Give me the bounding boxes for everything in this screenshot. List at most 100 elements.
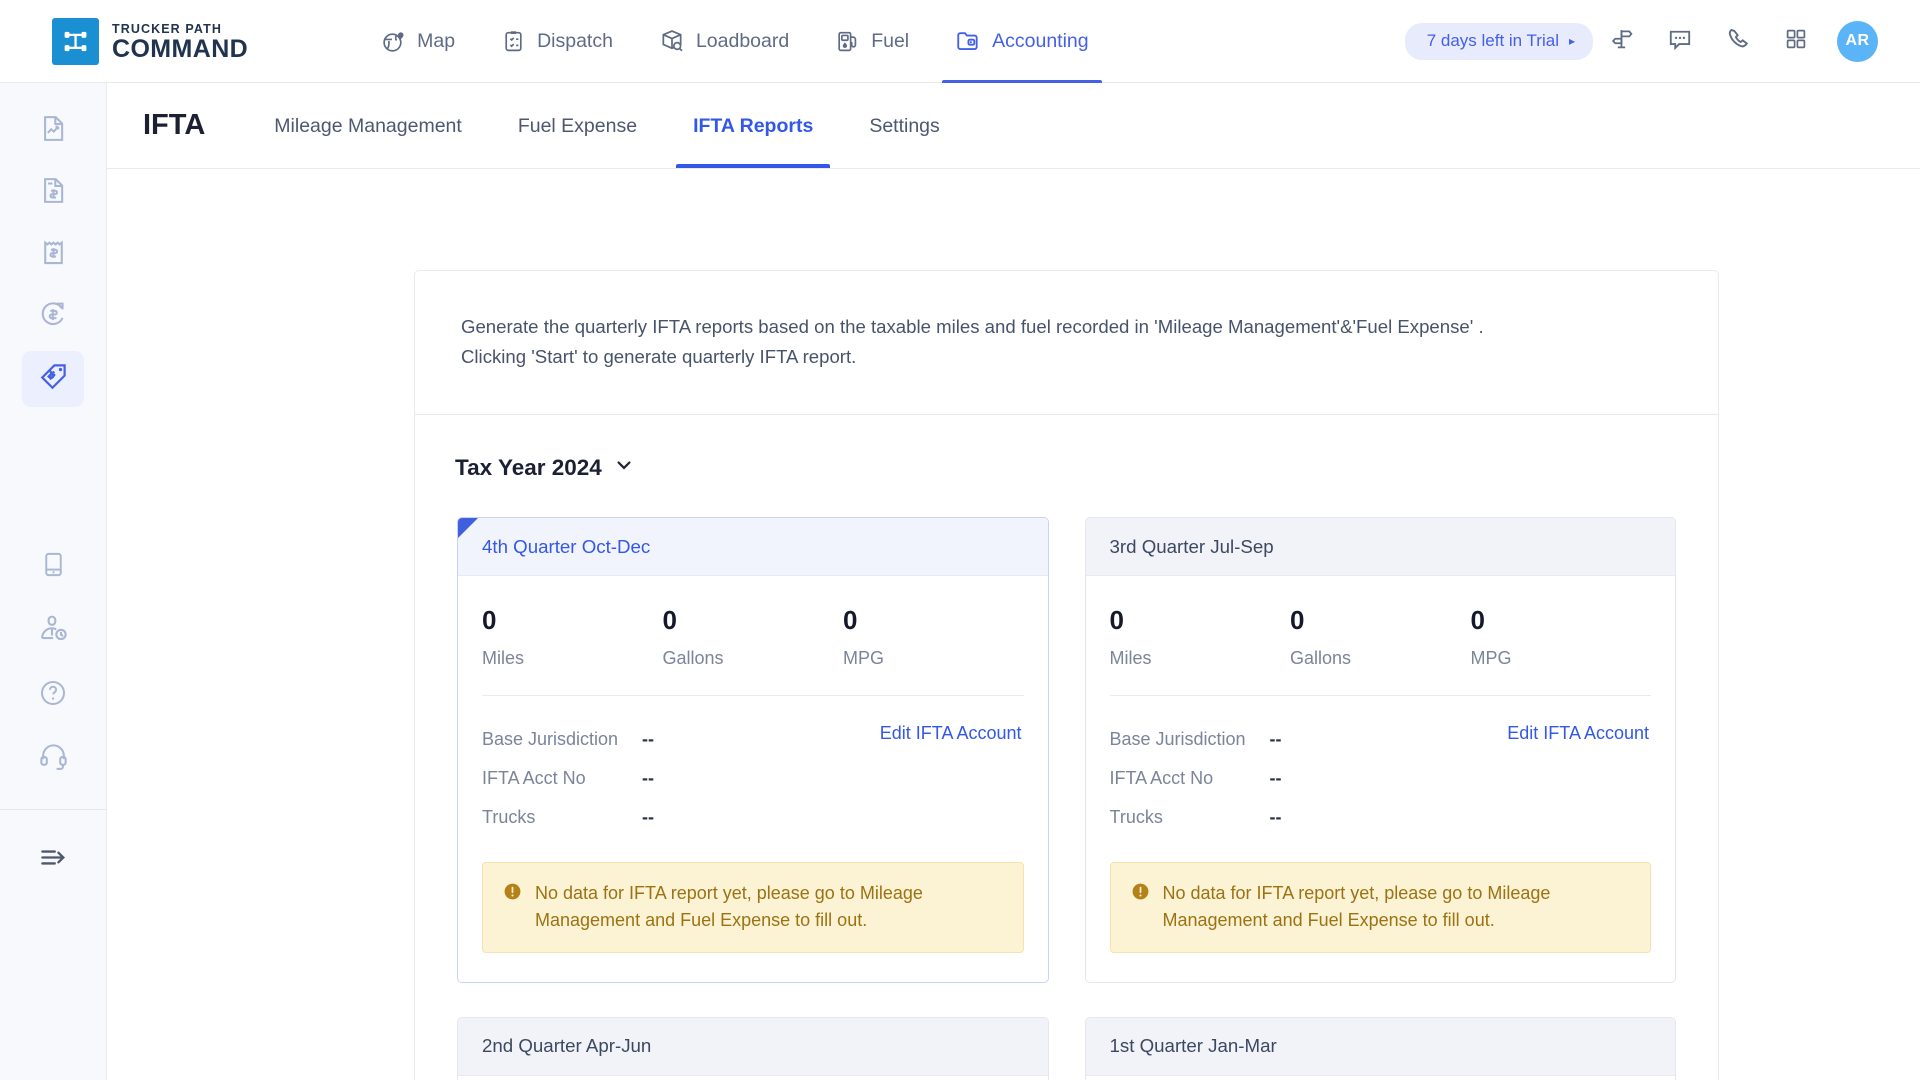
detail-row-ifta-acct-no: IFTA Acct No -- (482, 759, 1024, 798)
rail-item-driver-clock[interactable] (22, 603, 84, 659)
tax-year-selector[interactable]: Tax Year 2024 (415, 415, 634, 481)
rail-item-dollar-refresh[interactable] (22, 289, 84, 345)
edit-ifta-account-link[interactable]: Edit IFTA Account (1507, 723, 1649, 744)
intro-text: Generate the quarterly IFTA reports base… (415, 271, 1718, 415)
rail-item-receipt-dollar[interactable] (22, 227, 84, 283)
brand-line-2: COMMAND (112, 35, 248, 63)
left-rail (0, 83, 107, 1080)
stat-label: Gallons (663, 648, 844, 669)
rail-item-mobile-device[interactable] (22, 539, 84, 595)
edit-ifta-account-link[interactable]: Edit IFTA Account (880, 723, 1022, 744)
mobile-device-icon (39, 550, 68, 584)
driver-clock-icon (38, 613, 69, 649)
stat-value: 0 (1290, 604, 1471, 637)
nav-item-loadboard[interactable]: Loadboard (636, 0, 812, 83)
warning-text: No data for IFTA report yet, please go t… (535, 880, 1003, 934)
detail-row-trucks: Trucks -- (482, 798, 1024, 837)
detail-value: -- (1270, 768, 1282, 789)
tab-ifta-reports[interactable]: IFTA Reports (676, 85, 830, 167)
file-dollar-icon (38, 175, 69, 211)
stat-label: Gallons (1290, 648, 1471, 669)
reports-scroll-area[interactable]: Generate the quarterly IFTA reports base… (107, 169, 1920, 1080)
stat-gallons: 0 Gallons (663, 604, 844, 669)
detail-label: Base Jurisdiction (1110, 729, 1270, 750)
ifta-tab-bar: IFTA Mileage Management Fuel Expense IFT… (107, 83, 1920, 169)
receipt-dollar-icon (38, 237, 69, 273)
detail-value: -- (642, 807, 654, 828)
detail-label: Trucks (1110, 807, 1270, 828)
nav-item-accounting[interactable]: Accounting (932, 0, 1111, 83)
detail-label: IFTA Acct No (482, 768, 642, 789)
rail-item-file-dollar[interactable] (22, 165, 84, 221)
stat-label: Miles (482, 648, 663, 669)
stat-mpg: 0 MPG (1471, 604, 1652, 669)
top-header: TRUCKER PATH COMMAND Map (0, 0, 1920, 83)
clipboard-list-icon (501, 29, 526, 54)
phone-icon-button[interactable] (1709, 16, 1767, 66)
quarter-card-grid: 4th Quarter Oct-Dec 0 Miles 0 Gallons (415, 481, 1718, 1080)
detail-label: Base Jurisdiction (482, 729, 642, 750)
quarter-card-title: 2nd Quarter Apr-Jun (458, 1018, 1048, 1076)
truck-chassis-logo-icon (52, 18, 99, 65)
quarter-card[interactable]: 1st Quarter Jan-Mar 0 Miles 0 Gallons (1085, 1017, 1677, 1080)
main-navigation: Map Dispatch Loadboard (358, 0, 1112, 83)
quarter-card-title: 1st Quarter Jan-Mar (1086, 1018, 1676, 1076)
quarter-account-details: Base Jurisdiction -- IFTA Acct No -- Tru… (1110, 696, 1652, 841)
quarter-account-details: Base Jurisdiction -- IFTA Acct No -- Tru… (482, 696, 1024, 841)
apps-grid-icon-button[interactable] (1767, 16, 1825, 66)
nav-label: Loadboard (696, 30, 789, 53)
nav-label: Fuel (871, 30, 909, 53)
brand-logo[interactable]: TRUCKER PATH COMMAND (52, 18, 248, 65)
detail-value: -- (642, 768, 654, 789)
page-title: IFTA (143, 109, 205, 142)
fuel-pump-icon (835, 29, 860, 54)
chat-bubble-icon (1667, 26, 1693, 57)
warning-text: No data for IFTA report yet, please go t… (1163, 880, 1631, 934)
globe-pin-icon (381, 29, 406, 54)
avatar[interactable]: AR (1837, 21, 1878, 62)
ifta-reports-panel: Generate the quarterly IFTA reports base… (414, 270, 1719, 1080)
intro-line-2: Clicking 'Start' to generate quarterly I… (461, 342, 1672, 372)
stat-label: MPG (843, 648, 1024, 669)
stat-miles: 0 Miles (482, 604, 663, 669)
quarter-card[interactable]: 4th Quarter Oct-Dec 0 Miles 0 Gallons (457, 517, 1049, 983)
detail-label: IFTA Acct No (1110, 768, 1270, 789)
detail-value: -- (1270, 729, 1282, 750)
stat-gallons: 0 Gallons (1290, 604, 1471, 669)
trial-status-button[interactable]: 7 days left in Trial ▸ (1405, 23, 1593, 60)
nav-item-dispatch[interactable]: Dispatch (478, 0, 636, 83)
exclamation-circle-icon (503, 882, 522, 934)
nav-label: Accounting (992, 30, 1088, 53)
tab-fuel-expense[interactable]: Fuel Expense (501, 85, 654, 167)
quarter-card[interactable]: 2nd Quarter Apr-Jun 0 Miles 0 Gallons (457, 1017, 1049, 1080)
rail-item-tag-dollar[interactable] (22, 351, 84, 407)
chat-icon-button[interactable] (1651, 16, 1709, 66)
tab-mileage-management[interactable]: Mileage Management (257, 85, 479, 167)
avatar-initials: AR (1846, 32, 1870, 50)
quarter-stats: 0 Miles 0 Gallons 0 MPG (1110, 604, 1652, 695)
wallet-folder-icon (955, 28, 981, 54)
stat-miles: 0 Miles (1110, 604, 1291, 669)
rail-item-support-headset[interactable] (22, 731, 84, 787)
nav-item-fuel[interactable]: Fuel (812, 0, 932, 83)
expand-arrow-icon (38, 842, 69, 878)
help-circle-icon (38, 678, 68, 713)
dollar-refresh-icon (38, 299, 69, 335)
rail-item-help[interactable] (22, 667, 84, 723)
tab-settings[interactable]: Settings (852, 85, 956, 167)
file-chart-icon (38, 113, 69, 149)
signpost-icon-button[interactable] (1593, 16, 1651, 66)
nav-label: Map (417, 30, 455, 53)
rail-collapse-toggle[interactable] (22, 832, 84, 888)
box-search-icon (659, 28, 685, 54)
intro-line-1: Generate the quarterly IFTA reports base… (461, 312, 1672, 342)
main-content: IFTA Mileage Management Fuel Expense IFT… (107, 83, 1920, 1080)
nav-item-map[interactable]: Map (358, 0, 478, 83)
quarter-card[interactable]: 3rd Quarter Jul-Sep 0 Miles 0 Gallons (1085, 517, 1677, 983)
rail-item-file-chart[interactable] (22, 103, 84, 159)
trial-label: 7 days left in Trial (1427, 31, 1559, 51)
phone-icon (1726, 26, 1751, 56)
chevron-down-icon (614, 455, 634, 481)
header-actions: 7 days left in Trial ▸ (1405, 16, 1878, 66)
stat-value: 0 (1471, 604, 1652, 637)
